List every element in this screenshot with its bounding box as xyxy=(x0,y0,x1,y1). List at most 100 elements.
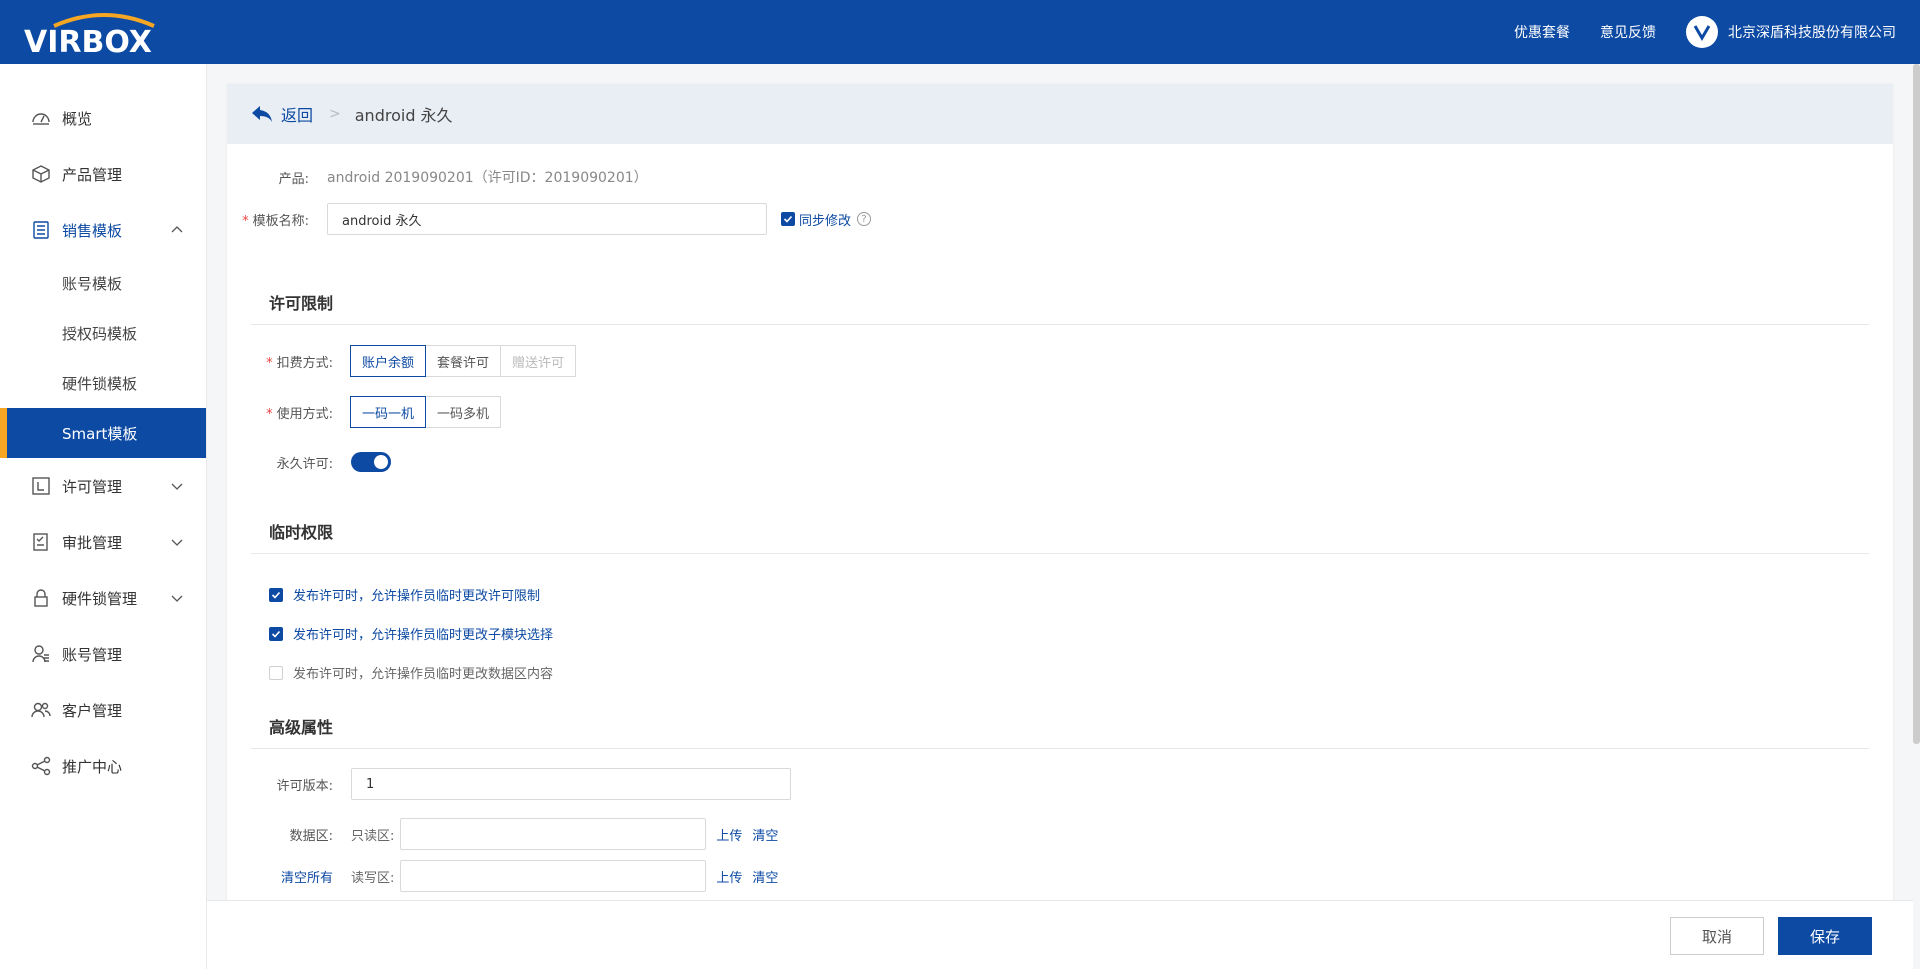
back-label: 返回 xyxy=(281,106,314,125)
sidebar-item-products[interactable]: 产品管理 xyxy=(0,146,206,202)
sidebar-item-label: 客户管理 xyxy=(62,701,123,720)
sync-edit-checkbox[interactable]: 同步修改 ? xyxy=(781,210,872,229)
readwrite-area-label: 读写区: xyxy=(351,870,395,886)
clear-all-cell: 清空所有 xyxy=(251,867,351,886)
sidebar-item-label: 审批管理 xyxy=(62,533,123,552)
checkbox-unchecked-icon xyxy=(269,665,283,680)
help-icon[interactable]: ? xyxy=(857,212,872,226)
sidebar-item-promotion[interactable]: 推广中心 xyxy=(0,738,206,794)
temp-option-2[interactable]: 发布许可时，允许操作员临时更改子模块选择 xyxy=(269,624,553,643)
list-icon xyxy=(30,219,52,241)
breadcrumb-separator-icon: > xyxy=(329,106,341,122)
temp-option-label: 发布许可时，允许操作员临时更改许可限制 xyxy=(293,589,541,604)
approval-icon xyxy=(30,531,52,553)
sidebar-item-label: 概览 xyxy=(62,109,93,128)
template-name-input[interactable]: android 永久 xyxy=(327,203,767,235)
advanced-title: 高级属性 xyxy=(269,718,334,737)
checkbox-checked-icon xyxy=(269,587,283,602)
sidebar-item-label: 硬件锁管理 xyxy=(62,589,138,608)
readonly-clear-link[interactable]: 清空 xyxy=(752,825,778,844)
sidebar-item-hardlocks[interactable]: 硬件锁管理 xyxy=(0,570,206,626)
chevron-down-icon xyxy=(170,479,184,493)
company-menu[interactable]: 北京深盾科技股份有限公司 xyxy=(1686,16,1896,48)
charge-option-balance[interactable]: 账户余额 xyxy=(350,345,427,377)
company-logo-icon xyxy=(1686,16,1718,48)
temp-option-3[interactable]: 发布许可时，允许操作员临时更改数据区内容 xyxy=(269,663,553,682)
sync-edit-label: 同步修改 xyxy=(799,213,852,229)
sidebar-item-customers[interactable]: 客户管理 xyxy=(0,682,206,738)
usage-method-row: 使用方式: 一码一机 一码多机 xyxy=(251,396,502,428)
company-name: 北京深盾科技股份有限公司 xyxy=(1728,25,1896,41)
sidebar-subitem-smart-template[interactable]: Smart模板 xyxy=(0,408,206,458)
readwrite-clear-link[interactable]: 清空 xyxy=(752,867,778,886)
license-version-input[interactable]: 1 xyxy=(351,768,791,800)
svg-text:VIRBOX: VIRBOX xyxy=(24,25,152,56)
sidebar-subitem-authcode-template[interactable]: 授权码模板 xyxy=(0,308,206,358)
sidebar-item-licenses[interactable]: 许可管理 xyxy=(0,458,206,514)
data-area-label: 数据区: xyxy=(289,828,333,844)
charge-option-gift: 赠送许可 xyxy=(500,345,577,377)
clear-all-link[interactable]: 清空所有 xyxy=(281,871,333,886)
temp-permission-title: 临时权限 xyxy=(269,523,334,542)
sidebar-item-label: 销售模板 xyxy=(62,221,123,240)
top-bar: VIRBOX 优惠套餐 意见反馈 北京深盾科技股份有限公司 xyxy=(0,0,1920,64)
cancel-button[interactable]: 取消 xyxy=(1670,917,1764,955)
temp-option-label: 发布许可时，允许操作员临时更改子模块选择 xyxy=(293,628,554,643)
permanent-license-row: 永久许可: xyxy=(251,452,391,472)
back-button[interactable]: 返回 xyxy=(251,102,313,126)
chevron-down-icon xyxy=(170,591,184,605)
permanent-license-toggle[interactable] xyxy=(351,452,391,472)
sidebar-item-overview[interactable]: 概览 xyxy=(0,90,206,146)
temp-option-label: 发布许可时，允许操作员临时更改数据区内容 xyxy=(293,667,554,682)
sidebar-subitem-account-template[interactable]: 账号模板 xyxy=(0,258,206,308)
dashboard-icon xyxy=(30,107,52,129)
sidebar-item-approvals[interactable]: 审批管理 xyxy=(0,514,206,570)
template-name-label: 模板名称: xyxy=(227,210,327,229)
chevron-down-icon xyxy=(170,535,184,549)
feedback-link[interactable]: 意见反馈 xyxy=(1600,22,1656,42)
sidebar-item-accounts[interactable]: 账号管理 xyxy=(0,626,206,682)
sidebar-item-label: 账号管理 xyxy=(62,645,123,664)
sidebar-item-label: 推广中心 xyxy=(62,757,123,776)
section-divider xyxy=(251,324,1869,325)
usage-method-label: 使用方式: xyxy=(251,403,351,422)
virbox-logo[interactable]: VIRBOX xyxy=(24,10,184,60)
readwrite-area-row: 清空所有 读写区: 上传 清空 xyxy=(251,860,778,892)
charge-method-segment: 账户余额 套餐许可 赠送许可 xyxy=(350,345,577,377)
page-scrollbar[interactable] xyxy=(1913,64,1920,744)
save-button[interactable]: 保存 xyxy=(1778,917,1872,955)
usage-method-segment: 一码一机 一码多机 xyxy=(350,396,502,428)
section-divider xyxy=(251,748,1869,749)
license-version-label: 许可版本: xyxy=(276,778,333,794)
lock-icon xyxy=(30,587,52,609)
template-edit-card: 返回 > android 永久 产品: android 2019090201（许… xyxy=(227,84,1893,944)
charge-method-label: 扣费方式: xyxy=(251,352,351,371)
usage-option-single[interactable]: 一码一机 xyxy=(350,396,427,428)
product-label: 产品: xyxy=(278,171,309,187)
sidebar: 概览 产品管理 销售模板 账号模板 授权码模板 硬件锁模板 Smart模板 许可… xyxy=(0,64,207,969)
license-version-row: 许可版本: 1 xyxy=(251,768,791,800)
temp-option-1[interactable]: 发布许可时，允许操作员临时更改许可限制 xyxy=(269,585,540,604)
user-icon xyxy=(30,643,52,665)
readonly-area-input[interactable] xyxy=(400,818,707,850)
sidebar-item-label: 许可管理 xyxy=(62,477,123,496)
license-limit-title: 许可限制 xyxy=(269,294,334,313)
product-value: android 2019090201（许可ID：2019090201） xyxy=(327,170,648,186)
readwrite-area-input[interactable] xyxy=(400,860,707,892)
permanent-license-label: 永久许可: xyxy=(276,456,333,472)
sidebar-item-sales-templates[interactable]: 销售模板 xyxy=(0,202,206,258)
back-arrow-icon xyxy=(252,106,272,122)
readwrite-upload-link[interactable]: 上传 xyxy=(716,867,742,886)
promo-link[interactable]: 优惠套餐 xyxy=(1514,22,1570,42)
share-icon xyxy=(30,755,52,777)
checkbox-checked-icon xyxy=(781,212,795,226)
breadcrumb-current: android 永久 xyxy=(354,106,453,125)
section-divider xyxy=(251,553,1869,554)
readonly-upload-link[interactable]: 上传 xyxy=(716,825,742,844)
sidebar-subitem-hardlock-template[interactable]: 硬件锁模板 xyxy=(0,358,206,408)
template-name-row: 模板名称: android 永久 同步修改 ? xyxy=(227,203,872,235)
readonly-area-label: 只读区: xyxy=(351,828,395,844)
charge-option-package[interactable]: 套餐许可 xyxy=(425,345,502,377)
charge-method-row: 扣费方式: 账户余额 套餐许可 赠送许可 xyxy=(251,345,577,377)
usage-option-multi[interactable]: 一码多机 xyxy=(425,396,502,428)
